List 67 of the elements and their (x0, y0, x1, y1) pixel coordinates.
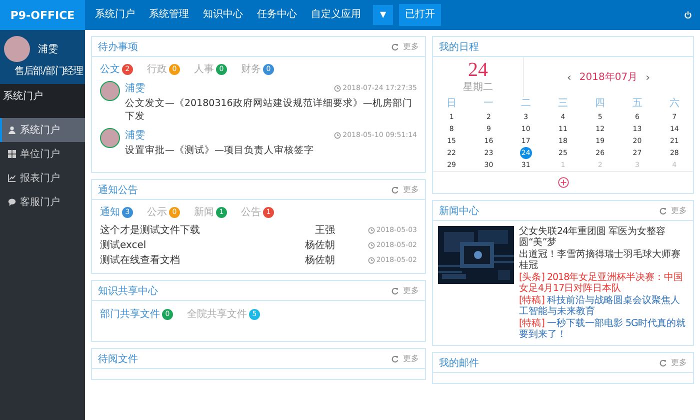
chat-icon (8, 198, 16, 206)
avatar (100, 128, 120, 148)
sidebar-title: 系统门户 (0, 84, 85, 118)
refresh-icon[interactable] (391, 354, 399, 362)
task-text[interactable]: 公文发文—《20180316政府网站建设规范详细要求》—机房部门下发 (125, 97, 417, 123)
news-headline[interactable]: [特稿] 科技前沿与战略圆桌会议聚焦人工智能与未来教育 (519, 295, 688, 317)
month-label: 2018年07月 (579, 71, 638, 84)
weekday-label: 日 (446, 97, 458, 111)
refresh-icon[interactable] (659, 358, 667, 366)
weekday-label: 五 (631, 97, 644, 111)
panel-title: 我的邮件 (439, 356, 480, 370)
panel-title: 待阅文件 (98, 352, 139, 366)
panel-title: 知识共享中心 (98, 284, 159, 298)
nav-item[interactable]: 任务中心 (251, 0, 303, 30)
power-icon[interactable] (684, 11, 692, 19)
sidebar-item[interactable]: 系统门户 (0, 118, 85, 142)
notice-title[interactable]: 这个才是测试文件下载 (100, 223, 287, 238)
weekday-label: 六 (668, 97, 680, 111)
user-name: 浦雯 (38, 42, 58, 56)
weekday-label: 一 (482, 97, 495, 111)
news-headline[interactable]: [特稿] 一秒下载一部电影 5G时代真的就要到来了！ (519, 318, 688, 340)
weekday-label: 二 (520, 97, 532, 111)
sidebar-item[interactable]: 客服门户 (0, 190, 85, 214)
avatar (4, 36, 30, 62)
sidebar-item[interactable]: 单位门户 (0, 142, 85, 166)
clock-icon (368, 227, 376, 234)
refresh-icon[interactable] (391, 286, 399, 294)
panel-title: 通知公告 (98, 184, 139, 196)
refresh-icon[interactable] (659, 206, 667, 214)
line-chart-icon (8, 174, 16, 182)
clock-icon (334, 132, 341, 138)
weekday-label: 四 (594, 97, 606, 111)
task-text[interactable]: 设置审批—《测试》—项目负责人审核签字 (125, 144, 417, 157)
add-icon[interactable] (558, 177, 568, 188)
notice-title[interactable]: 测试在线查看文档 (100, 253, 287, 268)
news-headline[interactable]: 出道冠！李雪芮摘得瑞士羽毛球大师赛桂冠 (519, 249, 688, 271)
news-headline[interactable]: 父女失联24年重团圆 军医为女整容圆“美”梦 (519, 226, 688, 248)
user-role[interactable]: 售后部/部门经理 (14, 64, 83, 78)
nav-item[interactable]: 系统管理 (143, 0, 195, 30)
previous-month-button[interactable]: ‹ (567, 70, 572, 84)
nav-item[interactable]: 系统门户 (89, 0, 141, 30)
notice-author: 杨佐朝 (304, 238, 336, 253)
today-weekday: 星期二 (463, 80, 493, 94)
sender-name: 浦雯 (125, 128, 145, 142)
clock-icon (334, 84, 341, 92)
panel-title: 新闻中心 (439, 204, 480, 218)
nav-item[interactable]: 知识中心 (197, 0, 249, 30)
sidebar-item[interactable]: 报表门户 (0, 166, 85, 190)
user-icon (8, 126, 16, 134)
sender-name: 浦雯 (125, 82, 145, 95)
clock-icon (368, 257, 376, 264)
today-date: 24 (468, 60, 488, 80)
news-headline[interactable]: [头条] 2018年女足亚洲杯半决赛：中国女足4月17日对阵日本队 (519, 272, 688, 294)
clock-icon (368, 242, 376, 249)
refresh-icon[interactable] (391, 186, 399, 194)
notice-title[interactable]: 测试excel (100, 238, 287, 253)
app-logo: P9-OFFICE (0, 0, 85, 30)
notice-author: 王强 (314, 224, 336, 238)
panel-title: 我的日程 (439, 40, 480, 54)
avatar (100, 81, 120, 101)
refresh-icon[interactable] (391, 42, 399, 50)
notice-author: 杨佐朝 (304, 254, 336, 268)
panel-title: 待办事项 (98, 40, 139, 54)
windows-icon (8, 150, 16, 158)
weekday-label: 三 (556, 97, 569, 111)
nav-item[interactable]: 自定义应用 (305, 0, 367, 30)
next-month-button[interactable]: › (646, 70, 650, 84)
